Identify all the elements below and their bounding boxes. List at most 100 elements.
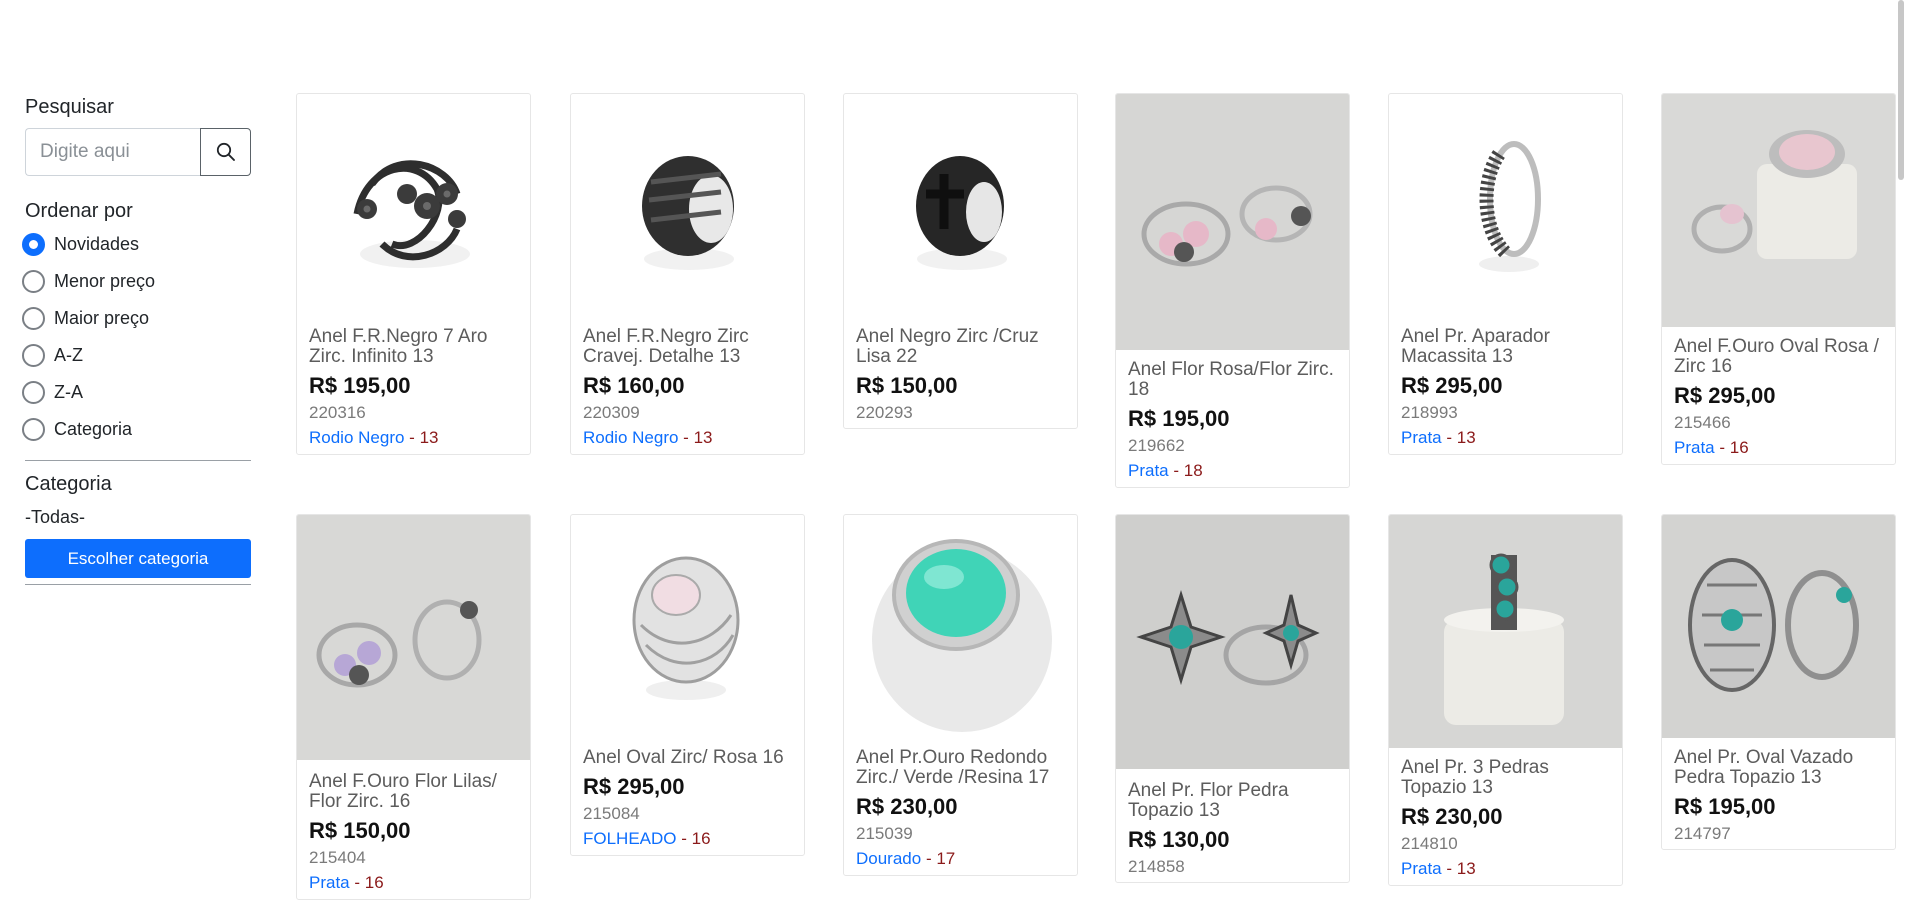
product-info: Anel F.R.Negro 7 Aro Zirc. Infinito 13 R… bbox=[297, 327, 530, 454]
product-info: Anel Pr. Oval Vazado Pedra Topazio 13 R$… bbox=[1662, 748, 1895, 849]
sort-option-novidades[interactable]: Novidades bbox=[22, 226, 251, 263]
product-code: 215039 bbox=[856, 824, 913, 843]
pink-oval-ring-image bbox=[1691, 130, 1857, 259]
product-image[interactable] bbox=[1116, 515, 1349, 769]
product-price: R$ 295,00 bbox=[1401, 373, 1503, 398]
product-name: Anel Pr. Aparador Macassita 13 bbox=[1401, 326, 1550, 367]
product-size: 13 bbox=[693, 428, 713, 447]
product-code: 220316 bbox=[309, 403, 366, 422]
product-image[interactable] bbox=[571, 94, 804, 327]
product-info: Anel F.R.Negro Zirc Cravej. Detalhe 13 R… bbox=[571, 327, 804, 454]
product-card[interactable]: Anel F.R.Negro Zirc Cravej. Detalhe 13 R… bbox=[570, 93, 805, 455]
product-card[interactable]: Anel Oval Zirc/ Rosa 16 R$ 295,00 215084… bbox=[570, 514, 805, 856]
product-image[interactable] bbox=[1662, 515, 1895, 738]
divider bbox=[25, 460, 251, 461]
product-card[interactable]: Anel F.Ouro Oval Rosa / Zirc 16 R$ 295,0… bbox=[1661, 93, 1896, 465]
product-code: 214797 bbox=[1674, 824, 1731, 843]
product-name: Anel F.Ouro Flor Lilas/ Flor Zirc. 16 bbox=[309, 771, 497, 812]
choose-category-button[interactable]: Escolher categoria bbox=[25, 539, 251, 578]
silver-flower-rings-image bbox=[1141, 185, 1313, 267]
product-card[interactable]: Anel Flor Rosa/Flor Zirc. 18 R$ 195,00 2… bbox=[1115, 93, 1350, 488]
product-variant: Prata - 13 bbox=[1401, 427, 1610, 449]
product-info: Anel Pr. Flor Pedra Topazio 13 R$ 130,00… bbox=[1116, 781, 1349, 882]
product-card[interactable]: Anel Negro Zirc /Cruz Lisa 22 R$ 150,00 … bbox=[843, 93, 1078, 429]
sort-option-a-z[interactable]: A-Z bbox=[22, 337, 251, 374]
product-price: R$ 195,00 bbox=[1128, 406, 1230, 431]
product-card[interactable]: Anel F.R.Negro 7 Aro Zirc. Infinito 13 R… bbox=[296, 93, 531, 455]
product-size: 13 bbox=[1456, 859, 1476, 878]
product-variant: Prata - 18 bbox=[1128, 460, 1337, 482]
product-price: R$ 150,00 bbox=[856, 373, 958, 398]
sort-option-z-a[interactable]: Z-A bbox=[22, 374, 251, 411]
product-image[interactable] bbox=[1662, 94, 1895, 327]
product-name: Anel Pr.Ouro Redondo Zirc./ Verde /Resin… bbox=[856, 747, 1050, 788]
product-name: Anel F.R.Negro Zirc Cravej. Detalhe 13 bbox=[583, 326, 749, 367]
product-size: 16 bbox=[364, 873, 384, 892]
product-code: 219662 bbox=[1128, 436, 1185, 455]
filter-sidebar: Pesquisar Ordenar por Novidades Menor pr… bbox=[22, 94, 251, 585]
radio-icon[interactable] bbox=[22, 381, 45, 404]
search-bar bbox=[25, 128, 251, 176]
product-metal: Rodio Negro bbox=[583, 428, 679, 447]
product-info: Anel Flor Rosa/Flor Zirc. 18 R$ 195,00 2… bbox=[1116, 360, 1349, 487]
product-image[interactable] bbox=[844, 515, 1077, 748]
silver-star-topaz-rings-image bbox=[1136, 589, 1320, 686]
radio-icon[interactable] bbox=[22, 418, 45, 441]
search-button[interactable] bbox=[200, 128, 251, 176]
product-metal: Prata bbox=[1401, 859, 1442, 878]
product-image[interactable] bbox=[1116, 94, 1349, 350]
scrollbar-thumb[interactable] bbox=[1898, 0, 1904, 180]
product-info: Anel Pr. 3 Pedras Topazio 13 R$ 230,00 2… bbox=[1389, 758, 1622, 885]
variant-separator: - bbox=[676, 829, 692, 848]
product-card[interactable]: Anel F.Ouro Flor Lilas/ Flor Zirc. 16 R$… bbox=[296, 514, 531, 900]
product-info: Anel Pr.Ouro Redondo Zirc./ Verde /Resin… bbox=[844, 748, 1077, 875]
sort-option-maior-preco[interactable]: Maior preço bbox=[22, 300, 251, 337]
search-input[interactable] bbox=[25, 128, 200, 176]
product-variant: Prata - 16 bbox=[309, 872, 518, 894]
silver-oval-pink-ring-image bbox=[632, 556, 740, 700]
search-label: Pesquisar bbox=[25, 96, 114, 118]
product-card[interactable]: Anel Pr. Flor Pedra Topazio 13 R$ 130,00… bbox=[1115, 514, 1350, 883]
white-green-resin-ring-image bbox=[872, 539, 1052, 732]
variant-separator: - bbox=[404, 428, 420, 447]
product-card[interactable]: Anel Pr.Ouro Redondo Zirc./ Verde /Resin… bbox=[843, 514, 1078, 876]
openwork-topaz-rings-image bbox=[1688, 558, 1859, 692]
product-card[interactable]: Anel Pr. Oval Vazado Pedra Topazio 13 R$… bbox=[1661, 514, 1896, 850]
radio-checked-icon[interactable] bbox=[22, 233, 45, 256]
product-name: Anel Pr. Flor Pedra Topazio 13 bbox=[1128, 780, 1289, 821]
product-price: R$ 160,00 bbox=[583, 373, 685, 398]
product-image[interactable] bbox=[1389, 94, 1622, 327]
page: Pesquisar Ordenar por Novidades Menor pr… bbox=[0, 0, 1906, 907]
product-card[interactable]: Anel Pr. Aparador Macassita 13 R$ 295,00… bbox=[1388, 93, 1623, 455]
product-image[interactable] bbox=[571, 515, 804, 748]
black-ring-infinity-image bbox=[353, 160, 470, 268]
sort-options: Novidades Menor preço Maior preço A-Z Z-… bbox=[22, 226, 251, 448]
product-code: 218993 bbox=[1401, 403, 1458, 422]
black-ring-cross-image bbox=[916, 156, 1007, 270]
product-image[interactable] bbox=[1389, 515, 1622, 748]
product-info: Anel Oval Zirc/ Rosa 16 R$ 295,00 215084… bbox=[571, 748, 804, 855]
product-image[interactable] bbox=[297, 94, 530, 327]
black-ring-band-image bbox=[642, 156, 734, 270]
variant-separator: - bbox=[921, 849, 937, 868]
product-image[interactable] bbox=[844, 94, 1077, 327]
product-info: Anel F.Ouro Flor Lilas/ Flor Zirc. 16 R$… bbox=[297, 772, 530, 899]
variant-separator: - bbox=[1168, 461, 1184, 480]
radio-icon[interactable] bbox=[22, 344, 45, 367]
product-name: Anel Pr. 3 Pedras Topazio 13 bbox=[1401, 757, 1549, 798]
product-image[interactable] bbox=[297, 515, 530, 760]
radio-icon[interactable] bbox=[22, 307, 45, 330]
product-name: Anel Negro Zirc /Cruz Lisa 22 bbox=[856, 326, 1039, 367]
sort-option-categoria[interactable]: Categoria bbox=[22, 411, 251, 448]
product-variant: Prata - 13 bbox=[1401, 858, 1610, 880]
product-price: R$ 195,00 bbox=[1674, 794, 1776, 819]
product-price: R$ 230,00 bbox=[1401, 804, 1503, 829]
product-card[interactable]: Anel Pr. 3 Pedras Topazio 13 R$ 230,00 2… bbox=[1388, 514, 1623, 886]
product-price: R$ 195,00 bbox=[309, 373, 411, 398]
radio-icon[interactable] bbox=[22, 270, 45, 293]
category-title: Categoria bbox=[25, 473, 112, 495]
variant-separator: - bbox=[678, 428, 694, 447]
sort-option-menor-preco[interactable]: Menor preço bbox=[22, 263, 251, 300]
sort-title: Ordenar por bbox=[25, 200, 133, 222]
product-metal: Rodio Negro bbox=[309, 428, 405, 447]
